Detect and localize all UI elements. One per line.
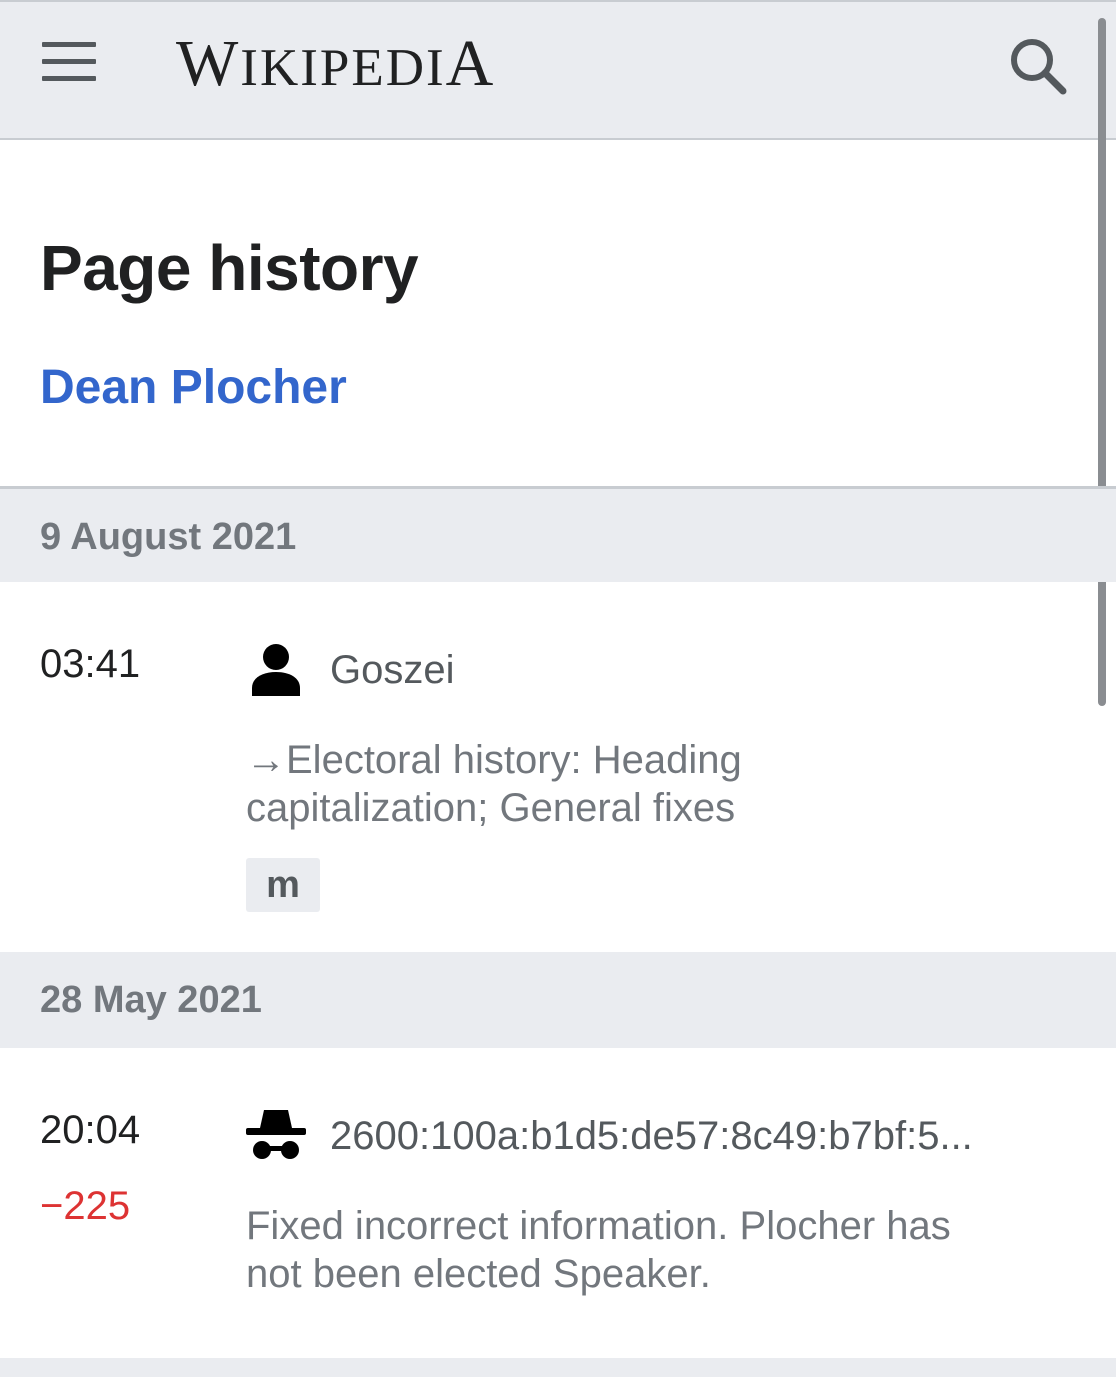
next-date-header bbox=[0, 1358, 1116, 1377]
hamburger-menu-icon[interactable] bbox=[40, 40, 98, 84]
wikipedia-wordmark[interactable]: WIKIPEDIA bbox=[176, 24, 495, 104]
edit-time[interactable]: 03:41 bbox=[40, 640, 140, 688]
user-icon bbox=[246, 642, 306, 698]
date-label: 9 August 2021 bbox=[40, 516, 297, 558]
byte-change: −225 bbox=[40, 1184, 131, 1228]
top-bar: WIKIPEDIA bbox=[0, 0, 1116, 140]
date-label: 28 May 2021 bbox=[40, 979, 262, 1021]
user-link[interactable]: Goszei bbox=[330, 646, 455, 694]
article-link[interactable]: Dean Plocher bbox=[40, 356, 347, 420]
date-header: 28 May 2021 bbox=[0, 952, 1116, 1048]
search-icon[interactable] bbox=[1006, 34, 1070, 98]
edit-summary-line: Fixed incorrect information. Plocher has bbox=[246, 1204, 951, 1248]
date-header: 9 August 2021 bbox=[0, 486, 1116, 582]
page-title: Page history bbox=[40, 232, 419, 304]
anonymous-user-icon bbox=[246, 1108, 306, 1164]
scrollbar[interactable] bbox=[1098, 18, 1106, 706]
edit-summary-line: capitalization; General fixes bbox=[246, 786, 736, 830]
minor-edit-badge: m bbox=[246, 858, 320, 912]
edit-summary-line: →Electoral history: Heading bbox=[246, 738, 742, 782]
ip-user-link[interactable]: 2600:100a:b1d5:de57:8c49:b7bf:5... bbox=[330, 1112, 973, 1160]
edit-time[interactable]: 20:04 bbox=[40, 1106, 140, 1154]
edit-summary-line: not been elected Speaker. bbox=[246, 1252, 711, 1296]
